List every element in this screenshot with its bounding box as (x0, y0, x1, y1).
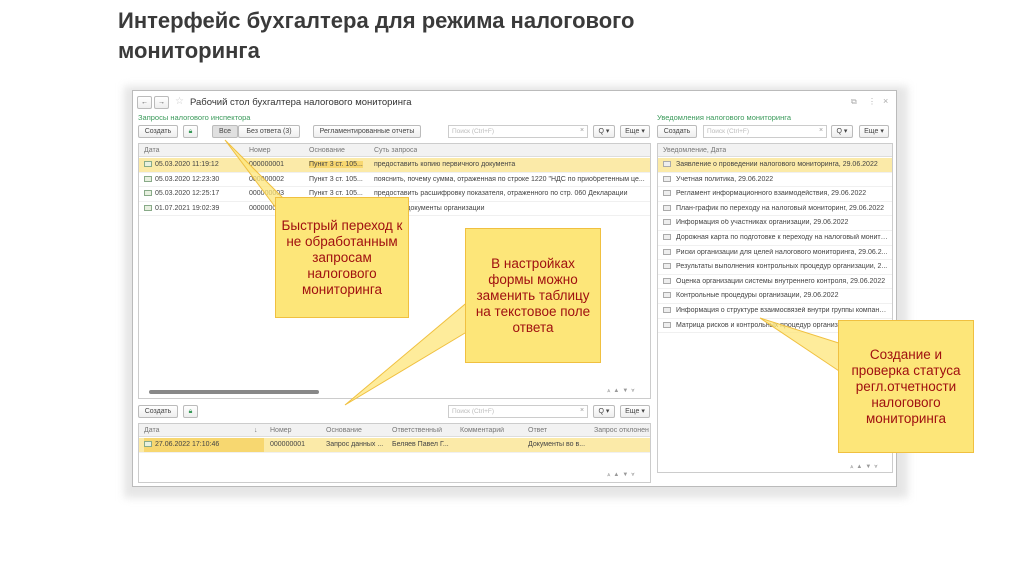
callout-quick-filter: Быстрый переход к не обработанным запрос… (275, 197, 409, 318)
callout-form-settings: В настройках формы можно заменить таблиц… (465, 228, 601, 363)
callout-reports: Создание и проверка статуса регл.отчетно… (838, 320, 974, 453)
callout-pointer-reports (759, 317, 846, 376)
